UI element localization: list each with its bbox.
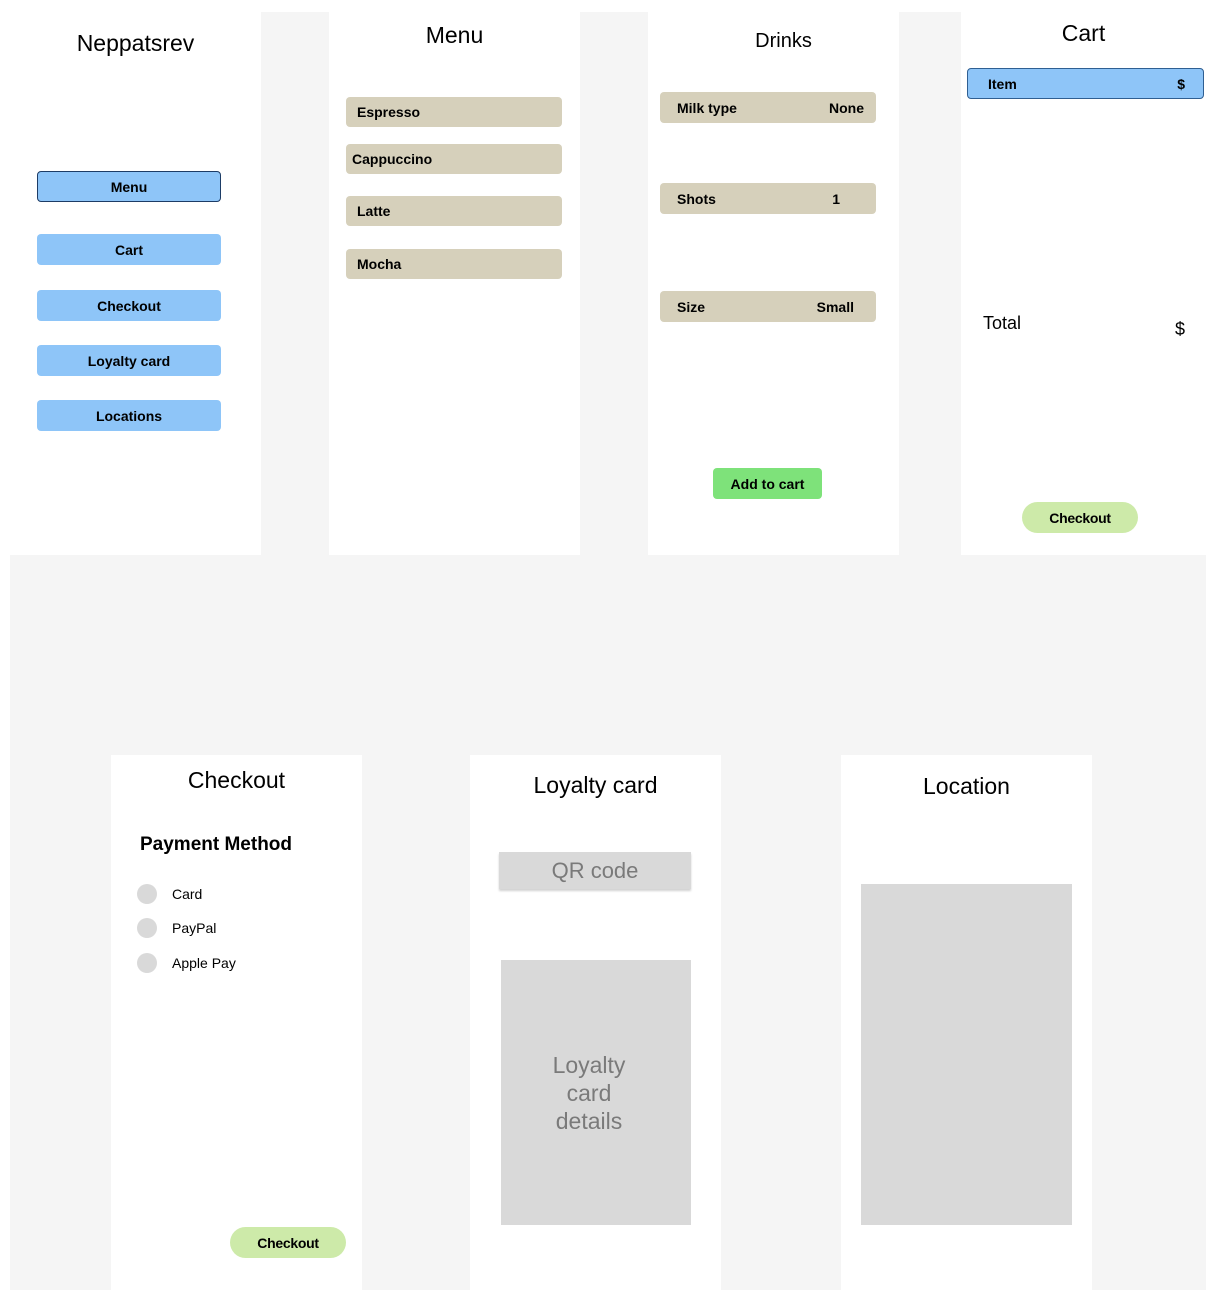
app-name: Neppatsrev bbox=[76, 30, 195, 56]
menu-item-espresso[interactable]: Espresso bbox=[346, 97, 562, 127]
payment-method-heading: Payment Method bbox=[140, 834, 293, 855]
shots-option[interactable]: Shots 1 bbox=[660, 183, 876, 214]
cart-total-label: Total bbox=[983, 313, 1022, 333]
map-placeholder bbox=[861, 884, 1072, 1225]
nav-loyalty-card-button[interactable]: Loyalty card bbox=[37, 345, 221, 376]
add-to-cart-button[interactable]: Add to cart bbox=[713, 468, 822, 499]
payment-option-label: PayPal bbox=[172, 920, 217, 936]
radio-button[interactable] bbox=[137, 884, 157, 904]
nav-checkout-button[interactable]: Checkout bbox=[37, 290, 221, 321]
nav-locations-button[interactable]: Locations bbox=[37, 400, 221, 431]
menu-item-latte[interactable]: Latte bbox=[346, 196, 562, 226]
payment-option-paypal[interactable]: PayPal bbox=[137, 918, 216, 938]
radio-button[interactable] bbox=[137, 953, 157, 973]
option-value: None bbox=[829, 99, 864, 116]
checkout-submit-button[interactable]: Checkout bbox=[230, 1227, 346, 1258]
menu-item-cappuccino[interactable]: Cappuccino bbox=[346, 144, 562, 174]
option-value: 1 bbox=[832, 190, 840, 207]
home-screen: Neppatsrev bbox=[10, 12, 261, 555]
drinks-title: Drinks bbox=[755, 30, 812, 52]
milk-type-option[interactable]: Milk type None bbox=[660, 92, 876, 123]
nav-menu-button[interactable]: Menu bbox=[37, 171, 221, 202]
loyalty-title: Loyalty card bbox=[533, 772, 658, 798]
cart-checkout-button[interactable]: Checkout bbox=[1022, 502, 1138, 533]
loyalty-card-details-label: Loyalty card details bbox=[552, 1051, 626, 1134]
payment-option-label: Card bbox=[172, 886, 203, 902]
option-label: Milk type bbox=[677, 99, 737, 116]
size-option[interactable]: Size Small bbox=[660, 291, 876, 322]
menu-item-mocha[interactable]: Mocha bbox=[346, 249, 562, 279]
payment-option-card[interactable]: Card bbox=[137, 884, 202, 904]
qr-code-label: QR code bbox=[551, 857, 639, 883]
loyalty-card-details-placeholder: Loyalty card details bbox=[501, 960, 691, 1225]
location-title: Location bbox=[923, 773, 1010, 799]
cart-item-price: $ bbox=[1177, 75, 1185, 92]
payment-option-label: Apple Pay bbox=[172, 955, 236, 971]
option-label: Size bbox=[677, 298, 706, 315]
cart-item-row[interactable]: Item $ bbox=[967, 68, 1204, 99]
menu-screen: Menu bbox=[329, 12, 580, 555]
menu-title: Menu bbox=[425, 22, 484, 48]
option-label: Shots bbox=[677, 190, 716, 207]
cart-title: Cart bbox=[1061, 20, 1106, 46]
cart-total-value: $ bbox=[1175, 319, 1186, 339]
checkout-title: Checkout bbox=[187, 767, 286, 793]
radio-button[interactable] bbox=[137, 918, 157, 938]
option-value: Small bbox=[816, 298, 854, 315]
payment-option-apple-pay[interactable]: Apple Pay bbox=[137, 953, 236, 973]
nav-cart-button[interactable]: Cart bbox=[37, 234, 221, 265]
qr-code-placeholder: QR code bbox=[499, 852, 691, 889]
cart-item-label: Item bbox=[988, 75, 1017, 92]
